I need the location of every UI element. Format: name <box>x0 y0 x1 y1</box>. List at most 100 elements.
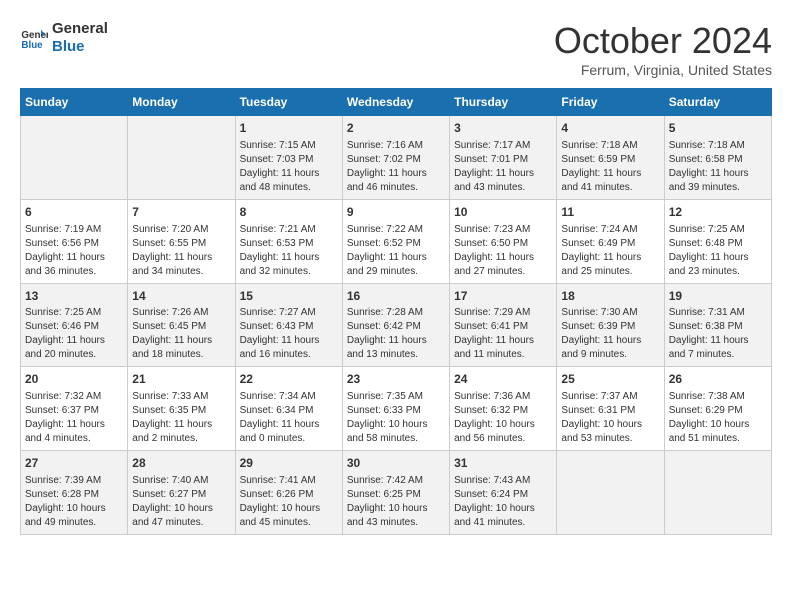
day-number: 12 <box>669 204 767 221</box>
day-info: Sunrise: 7:36 AM Sunset: 6:32 PM Dayligh… <box>454 390 552 446</box>
day-info: Sunrise: 7:22 AM Sunset: 6:52 PM Dayligh… <box>347 223 445 279</box>
calendar-cell: 8 Sunrise: 7:21 AM Sunset: 6:53 PM Daylig… <box>235 199 342 283</box>
day-number: 1 <box>240 120 338 137</box>
calendar-cell: 1 Sunrise: 7:15 AM Sunset: 7:03 PM Daylig… <box>235 116 342 200</box>
day-number: 9 <box>347 204 445 221</box>
day-number: 4 <box>561 120 659 137</box>
day-info: Sunrise: 7:40 AM Sunset: 6:27 PM Dayligh… <box>132 474 230 530</box>
day-number: 23 <box>347 371 445 388</box>
header-thursday: Thursday <box>450 89 557 116</box>
calendar-cell: 22Sunrise: 7:34 AM Sunset: 6:34 PM Dayli… <box>235 367 342 451</box>
calendar-cell: 3 Sunrise: 7:17 AM Sunset: 7:01 PM Daylig… <box>450 116 557 200</box>
calendar-cell: 20Sunrise: 7:32 AM Sunset: 6:37 PM Dayli… <box>21 367 128 451</box>
day-info: Sunrise: 7:39 AM Sunset: 6:28 PM Dayligh… <box>25 474 123 530</box>
calendar-cell: 29Sunrise: 7:41 AM Sunset: 6:26 PM Dayli… <box>235 451 342 535</box>
calendar-cell: 16Sunrise: 7:28 AM Sunset: 6:42 PM Dayli… <box>342 283 449 367</box>
day-info: Sunrise: 7:25 AM Sunset: 6:46 PM Dayligh… <box>25 306 123 362</box>
day-info: Sunrise: 7:18 AM Sunset: 6:59 PM Dayligh… <box>561 139 659 195</box>
day-info: Sunrise: 7:27 AM Sunset: 6:43 PM Dayligh… <box>240 306 338 362</box>
day-info: Sunrise: 7:30 AM Sunset: 6:39 PM Dayligh… <box>561 306 659 362</box>
day-info: Sunrise: 7:31 AM Sunset: 6:38 PM Dayligh… <box>669 306 767 362</box>
logo: General Blue General Blue <box>20 20 108 56</box>
svg-text:Blue: Blue <box>21 40 43 51</box>
day-number: 20 <box>25 371 123 388</box>
calendar-cell <box>557 451 664 535</box>
day-info: Sunrise: 7:16 AM Sunset: 7:02 PM Dayligh… <box>347 139 445 195</box>
day-info: Sunrise: 7:29 AM Sunset: 6:41 PM Dayligh… <box>454 306 552 362</box>
day-number: 26 <box>669 371 767 388</box>
day-info: Sunrise: 7:42 AM Sunset: 6:25 PM Dayligh… <box>347 474 445 530</box>
calendar-cell: 2 Sunrise: 7:16 AM Sunset: 7:02 PM Daylig… <box>342 116 449 200</box>
calendar-cell: 18Sunrise: 7:30 AM Sunset: 6:39 PM Dayli… <box>557 283 664 367</box>
calendar-cell: 10 Sunrise: 7:23 AM Sunset: 6:50 PM Dayli… <box>450 199 557 283</box>
calendar-cell <box>664 451 771 535</box>
calendar-cell: 28 Sunrise: 7:40 AM Sunset: 6:27 PM Dayli… <box>128 451 235 535</box>
logo-icon: General Blue <box>20 24 48 52</box>
calendar-cell: 19Sunrise: 7:31 AM Sunset: 6:38 PM Dayli… <box>664 283 771 367</box>
logo-text-blue: Blue <box>52 38 108 56</box>
day-number: 13 <box>25 288 123 305</box>
calendar-cell: 17Sunrise: 7:29 AM Sunset: 6:41 PM Dayli… <box>450 283 557 367</box>
calendar-header-row: SundayMondayTuesdayWednesdayThursdayFrid… <box>21 89 772 116</box>
calendar-cell <box>21 116 128 200</box>
day-info: Sunrise: 7:23 AM Sunset: 6:50 PM Dayligh… <box>454 223 552 279</box>
calendar-cell: 21Sunrise: 7:33 AM Sunset: 6:35 PM Dayli… <box>128 367 235 451</box>
header-tuesday: Tuesday <box>235 89 342 116</box>
day-number: 10 <box>454 204 552 221</box>
calendar-cell: 25 Sunrise: 7:37 AM Sunset: 6:31 PM Dayli… <box>557 367 664 451</box>
day-info: Sunrise: 7:19 AM Sunset: 6:56 PM Dayligh… <box>25 223 123 279</box>
day-number: 7 <box>132 204 230 221</box>
day-number: 18 <box>561 288 659 305</box>
day-info: Sunrise: 7:25 AM Sunset: 6:48 PM Dayligh… <box>669 223 767 279</box>
day-info: Sunrise: 7:15 AM Sunset: 7:03 PM Dayligh… <box>240 139 338 195</box>
day-info: Sunrise: 7:43 AM Sunset: 6:24 PM Dayligh… <box>454 474 552 530</box>
day-number: 3 <box>454 120 552 137</box>
calendar-cell: 30 Sunrise: 7:42 AM Sunset: 6:25 PM Dayli… <box>342 451 449 535</box>
day-info: Sunrise: 7:28 AM Sunset: 6:42 PM Dayligh… <box>347 306 445 362</box>
day-info: Sunrise: 7:26 AM Sunset: 6:45 PM Dayligh… <box>132 306 230 362</box>
calendar-week-row: 27 Sunrise: 7:39 AM Sunset: 6:28 PM Dayli… <box>21 451 772 535</box>
day-number: 8 <box>240 204 338 221</box>
day-info: Sunrise: 7:41 AM Sunset: 6:26 PM Dayligh… <box>240 474 338 530</box>
page-header: General Blue General Blue October 2024 F… <box>20 20 772 78</box>
calendar-cell: 4 Sunrise: 7:18 AM Sunset: 6:59 PM Daylig… <box>557 116 664 200</box>
day-info: Sunrise: 7:37 AM Sunset: 6:31 PM Dayligh… <box>561 390 659 446</box>
day-number: 28 <box>132 455 230 472</box>
day-number: 22 <box>240 371 338 388</box>
day-number: 24 <box>454 371 552 388</box>
calendar-table: SundayMondayTuesdayWednesdayThursdayFrid… <box>20 88 772 535</box>
day-number: 25 <box>561 371 659 388</box>
day-number: 30 <box>347 455 445 472</box>
logo-text-general: General <box>52 20 108 38</box>
day-number: 11 <box>561 204 659 221</box>
calendar-cell: 24 Sunrise: 7:36 AM Sunset: 6:32 PM Dayli… <box>450 367 557 451</box>
day-number: 6 <box>25 204 123 221</box>
calendar-week-row: 6 Sunrise: 7:19 AM Sunset: 6:56 PM Daylig… <box>21 199 772 283</box>
calendar-cell: 11Sunrise: 7:24 AM Sunset: 6:49 PM Dayli… <box>557 199 664 283</box>
calendar-cell: 6 Sunrise: 7:19 AM Sunset: 6:56 PM Daylig… <box>21 199 128 283</box>
day-number: 15 <box>240 288 338 305</box>
day-number: 5 <box>669 120 767 137</box>
day-info: Sunrise: 7:20 AM Sunset: 6:55 PM Dayligh… <box>132 223 230 279</box>
calendar-cell: 9 Sunrise: 7:22 AM Sunset: 6:52 PM Daylig… <box>342 199 449 283</box>
day-info: Sunrise: 7:17 AM Sunset: 7:01 PM Dayligh… <box>454 139 552 195</box>
calendar-cell: 14Sunrise: 7:26 AM Sunset: 6:45 PM Dayli… <box>128 283 235 367</box>
header-sunday: Sunday <box>21 89 128 116</box>
location-subtitle: Ferrum, Virginia, United States <box>554 62 772 78</box>
calendar-cell <box>128 116 235 200</box>
calendar-cell: 12 Sunrise: 7:25 AM Sunset: 6:48 PM Dayli… <box>664 199 771 283</box>
day-info: Sunrise: 7:21 AM Sunset: 6:53 PM Dayligh… <box>240 223 338 279</box>
day-number: 2 <box>347 120 445 137</box>
header-friday: Friday <box>557 89 664 116</box>
header-monday: Monday <box>128 89 235 116</box>
day-number: 27 <box>25 455 123 472</box>
day-info: Sunrise: 7:33 AM Sunset: 6:35 PM Dayligh… <box>132 390 230 446</box>
calendar-week-row: 20Sunrise: 7:32 AM Sunset: 6:37 PM Dayli… <box>21 367 772 451</box>
calendar-cell: 26Sunrise: 7:38 AM Sunset: 6:29 PM Dayli… <box>664 367 771 451</box>
calendar-cell: 13Sunrise: 7:25 AM Sunset: 6:46 PM Dayli… <box>21 283 128 367</box>
header-wednesday: Wednesday <box>342 89 449 116</box>
calendar-cell: 7 Sunrise: 7:20 AM Sunset: 6:55 PM Daylig… <box>128 199 235 283</box>
day-number: 31 <box>454 455 552 472</box>
calendar-cell: 23Sunrise: 7:35 AM Sunset: 6:33 PM Dayli… <box>342 367 449 451</box>
day-number: 19 <box>669 288 767 305</box>
